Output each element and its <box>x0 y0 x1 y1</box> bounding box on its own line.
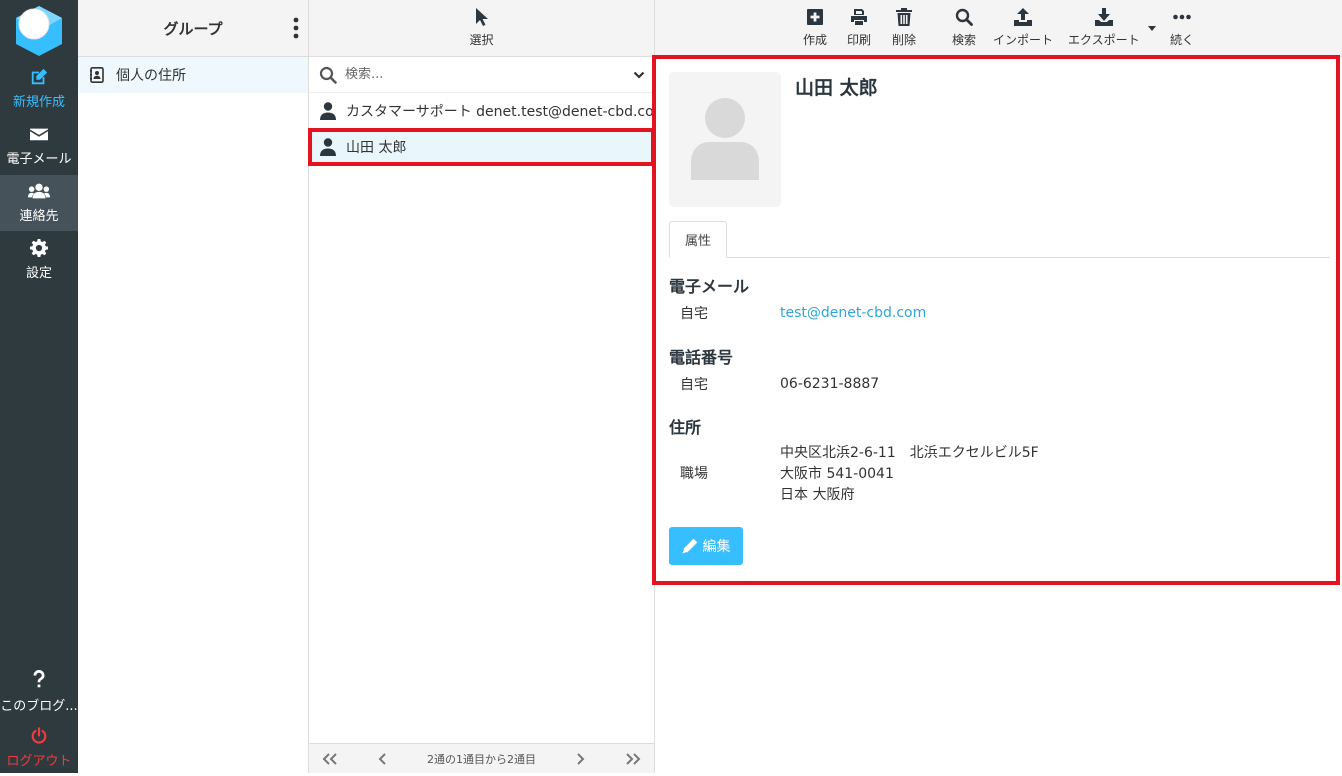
nav-settings[interactable]: 設定 <box>0 232 78 288</box>
delete-button[interactable]: 削除 <box>892 8 916 48</box>
gear-icon <box>30 239 48 257</box>
search-icon <box>319 66 337 84</box>
toolbar: 作成 印刷 削除 検索 インポート エクスポート 続く <box>655 0 1342 57</box>
download-icon <box>1094 8 1113 26</box>
contact-name: 山田 太郎 <box>795 77 878 99</box>
power-icon <box>31 727 47 744</box>
toolbar-search-button[interactable]: 検索 <box>952 8 976 48</box>
tab-properties[interactable]: 属性 <box>669 221 727 258</box>
next-page-button[interactable] <box>571 752 589 766</box>
email-type-label: 自宅 <box>680 306 708 322</box>
search-input[interactable] <box>345 67 625 82</box>
group-item-label: 個人の住所 <box>116 68 186 84</box>
question-icon <box>33 670 45 688</box>
address-line-3: 日本 大阪府 <box>780 487 855 503</box>
upload-icon <box>1014 8 1032 26</box>
address-type-label: 職場 <box>680 466 708 482</box>
pencil-icon <box>682 538 697 554</box>
address-line-1: 中央区北浜2-6-11 北浜エクセルビル5F <box>780 445 1039 461</box>
first-page-button[interactable] <box>321 752 339 766</box>
trash-icon <box>896 8 912 26</box>
contact-row-label: 山田 太郎 <box>346 140 407 156</box>
contacts-list-panel: 選択 カスタマーサポート denet.test@denet-cbd.com 山田… <box>308 0 667 773</box>
groups-title: グループ <box>163 19 223 38</box>
create-label: 作成 <box>803 33 828 47</box>
address-line-2: 大阪市 541-0041 <box>780 466 894 482</box>
contact-row-label: カスタマーサポート denet.test@denet-cbd.com <box>346 104 668 120</box>
contact-row-support[interactable]: カスタマーサポート denet.test@denet-cbd.com <box>309 93 667 129</box>
search-icon <box>955 8 973 26</box>
nav-about-label: このブログ... <box>0 699 78 714</box>
kebab-menu-icon[interactable] <box>292 17 300 39</box>
export-dropdown-icon[interactable] <box>1148 26 1156 32</box>
nav-contacts[interactable]: 連絡先 <box>0 175 78 231</box>
groups-panel: グループ 個人の住所 <box>78 0 309 773</box>
nav-contacts-label: 連絡先 <box>19 209 59 224</box>
group-item-personal[interactable]: 個人の住所 <box>78 57 308 93</box>
nav-mail[interactable]: 電子メール <box>0 118 78 174</box>
chevron-right-icon <box>577 752 585 765</box>
search-bar <box>309 57 654 93</box>
phone-section-title: 電話番号 <box>669 348 734 367</box>
create-button[interactable]: 作成 <box>803 8 827 48</box>
delete-label: 削除 <box>892 33 917 47</box>
app-logo <box>16 6 62 56</box>
pagination-bar: 2通の1通目から2通目 <box>309 743 654 773</box>
prev-page-button[interactable] <box>374 752 392 766</box>
compose-icon <box>31 68 48 85</box>
tab-divider <box>669 257 1330 258</box>
nav-logout[interactable]: ログアウト <box>0 720 78 776</box>
chevron-left-icon <box>378 752 386 765</box>
select-label: 選択 <box>469 33 494 47</box>
contact-photo <box>669 72 781 207</box>
address-book-icon <box>90 67 104 83</box>
edit-button[interactable]: 編集 <box>669 527 743 565</box>
main-nav: 新規作成 電子メール 連絡先 設定 このブログ... ログアウト <box>0 0 78 773</box>
plus-square-icon <box>807 9 823 25</box>
double-chevron-right-icon <box>626 752 641 765</box>
edit-label: 編集 <box>702 539 731 555</box>
email-link[interactable]: test@denet-cbd.com <box>780 303 926 324</box>
more-button[interactable]: 続く <box>1170 8 1194 48</box>
list-header: 選択 <box>309 0 654 57</box>
nav-compose[interactable]: 新規作成 <box>0 61 78 117</box>
nav-mail-label: 電子メール <box>6 152 72 167</box>
nav-logout-label: ログアウト <box>6 754 72 769</box>
print-label: 印刷 <box>847 33 872 47</box>
person-icon <box>320 102 336 120</box>
nav-about[interactable]: このブログ... <box>0 664 78 720</box>
import-label: インポート <box>993 33 1054 47</box>
print-button[interactable]: 印刷 <box>847 8 871 48</box>
toolbar-search-label: 検索 <box>952 33 977 47</box>
import-button[interactable]: インポート <box>993 8 1053 48</box>
printer-icon <box>851 9 867 25</box>
select-button[interactable]: 選択 <box>469 8 494 48</box>
export-label: エクスポート <box>1068 33 1140 47</box>
chevron-down-icon[interactable] <box>633 69 645 81</box>
phone-type-label: 自宅 <box>680 377 708 393</box>
envelope-icon <box>30 128 48 141</box>
last-page-button[interactable] <box>624 752 642 766</box>
groups-header: グループ <box>78 0 308 57</box>
address-section-title: 住所 <box>669 418 702 437</box>
users-icon <box>28 183 50 199</box>
contact-row-yamada[interactable]: 山田 太郎 <box>308 128 655 166</box>
nav-compose-label: 新規作成 <box>12 95 65 110</box>
contact-detail: 山田 太郎 属性 電子メール 自宅 test@denet-cbd.com 電話番… <box>652 55 1340 585</box>
phone-value: 06-6231-8887 <box>780 376 880 392</box>
export-button[interactable]: エクスポート <box>1068 8 1140 48</box>
more-label: 続く <box>1170 33 1195 47</box>
avatar-placeholder-icon <box>691 98 759 180</box>
email-section-title: 電子メール <box>669 277 750 296</box>
pager-text: 2通の1通目から2通目 <box>427 752 536 766</box>
double-chevron-left-icon <box>322 752 337 765</box>
address-value: 中央区北浜2-6-11 北浜エクセルビル5F 大阪市 541-0041 日本 大… <box>780 443 1039 506</box>
ellipsis-icon <box>1173 14 1191 20</box>
cursor-icon <box>476 8 489 26</box>
nav-settings-label: 設定 <box>25 266 52 281</box>
person-icon <box>320 138 336 156</box>
